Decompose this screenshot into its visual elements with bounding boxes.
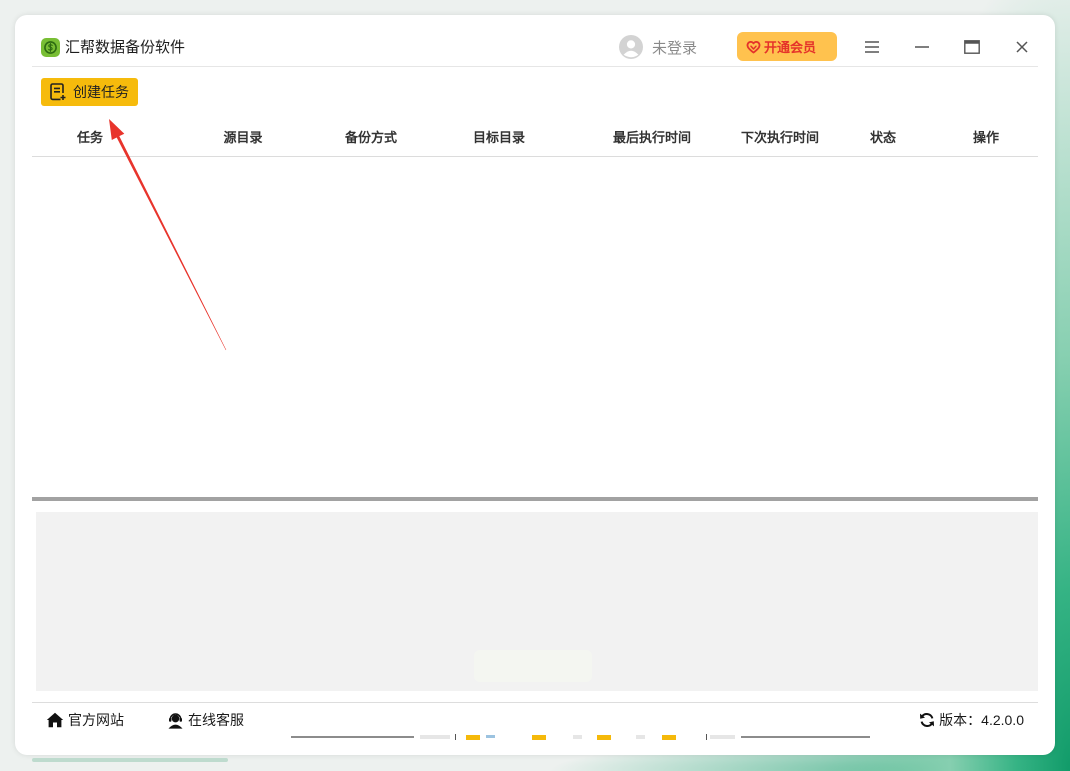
customer-service-icon (167, 712, 184, 729)
version-info[interactable]: 版本： 4.2.0.0 (919, 708, 1024, 732)
maximize-icon (964, 40, 980, 54)
login-status-label: 未登录 (652, 39, 698, 57)
column-header-status: 状态 (869, 130, 897, 145)
column-header-backup-mode: 备份方式 (344, 130, 398, 145)
background-fragment (597, 735, 611, 740)
official-website-label: 官方网站 (68, 712, 124, 728)
vip-upgrade-button[interactable]: 开通会员 (737, 32, 837, 61)
maximize-button[interactable] (957, 32, 987, 62)
vip-upgrade-label: 开通会员 (764, 40, 817, 55)
create-task-icon (50, 83, 66, 101)
column-header-task: 任务 (76, 130, 104, 145)
app-window: 汇帮数据备份软件 未登录 开通会员 创建任务 任务 源目录 备份方式 目标目录 … (15, 15, 1055, 755)
online-support-label: 在线客服 (188, 712, 244, 728)
background-bar (32, 758, 228, 762)
footer: 官方网站 在线客服 版本： 4.2.0.0 (15, 708, 1055, 732)
column-header-source-dir: 源目录 (223, 130, 263, 145)
create-task-button[interactable]: 创建任务 (41, 78, 138, 106)
panel-splitter[interactable] (32, 497, 1038, 501)
close-button[interactable] (1007, 32, 1037, 62)
column-header-target-dir: 目标目录 (472, 130, 526, 145)
background-fragment-bar (741, 736, 870, 738)
title-bar[interactable]: 汇帮数据备份软件 未登录 开通会员 (15, 15, 1055, 66)
menu-button[interactable] (857, 32, 887, 62)
background-fragment (573, 735, 582, 739)
app-logo-icon (41, 38, 60, 57)
log-panel (36, 512, 1038, 691)
table-body (32, 157, 1038, 497)
background-fragment (636, 735, 645, 739)
column-header-next-run: 下次执行时间 (740, 130, 820, 145)
version-value: 4.2.0.0 (981, 712, 1024, 728)
menu-icon (865, 41, 879, 53)
minimize-button[interactable] (907, 32, 937, 62)
minimize-icon (915, 46, 929, 48)
background-fragment-bar (291, 736, 414, 738)
faded-placeholder (474, 650, 592, 682)
version-label: 版本： (939, 712, 982, 728)
login-status[interactable]: 未登录 (619, 34, 697, 60)
close-icon (1016, 41, 1028, 53)
column-header-last-run: 最后执行时间 (612, 130, 692, 145)
title-divider (32, 66, 1038, 67)
background-fragment (466, 735, 480, 740)
background-fragment (706, 734, 707, 740)
background-fragment (486, 735, 495, 738)
background-fragment (532, 735, 546, 740)
app-title: 汇帮数据备份软件 (65, 39, 186, 56)
background-fragment (662, 735, 676, 740)
background-fragment (455, 734, 456, 740)
official-website-link[interactable]: 官方网站 (46, 708, 124, 732)
create-task-label: 创建任务 (73, 84, 129, 100)
vip-heart-icon (746, 40, 761, 54)
column-header-actions: 操作 (972, 130, 1000, 145)
home-icon (46, 712, 64, 728)
background-fragment (710, 735, 735, 739)
user-avatar-icon (619, 35, 643, 59)
footer-divider (32, 702, 1038, 703)
table-header: 任务 源目录 备份方式 目标目录 最后执行时间 下次执行时间 状态 操作 (32, 120, 1038, 157)
refresh-icon (919, 712, 935, 728)
background-fragment (420, 735, 450, 739)
online-support-link[interactable]: 在线客服 (167, 708, 244, 732)
